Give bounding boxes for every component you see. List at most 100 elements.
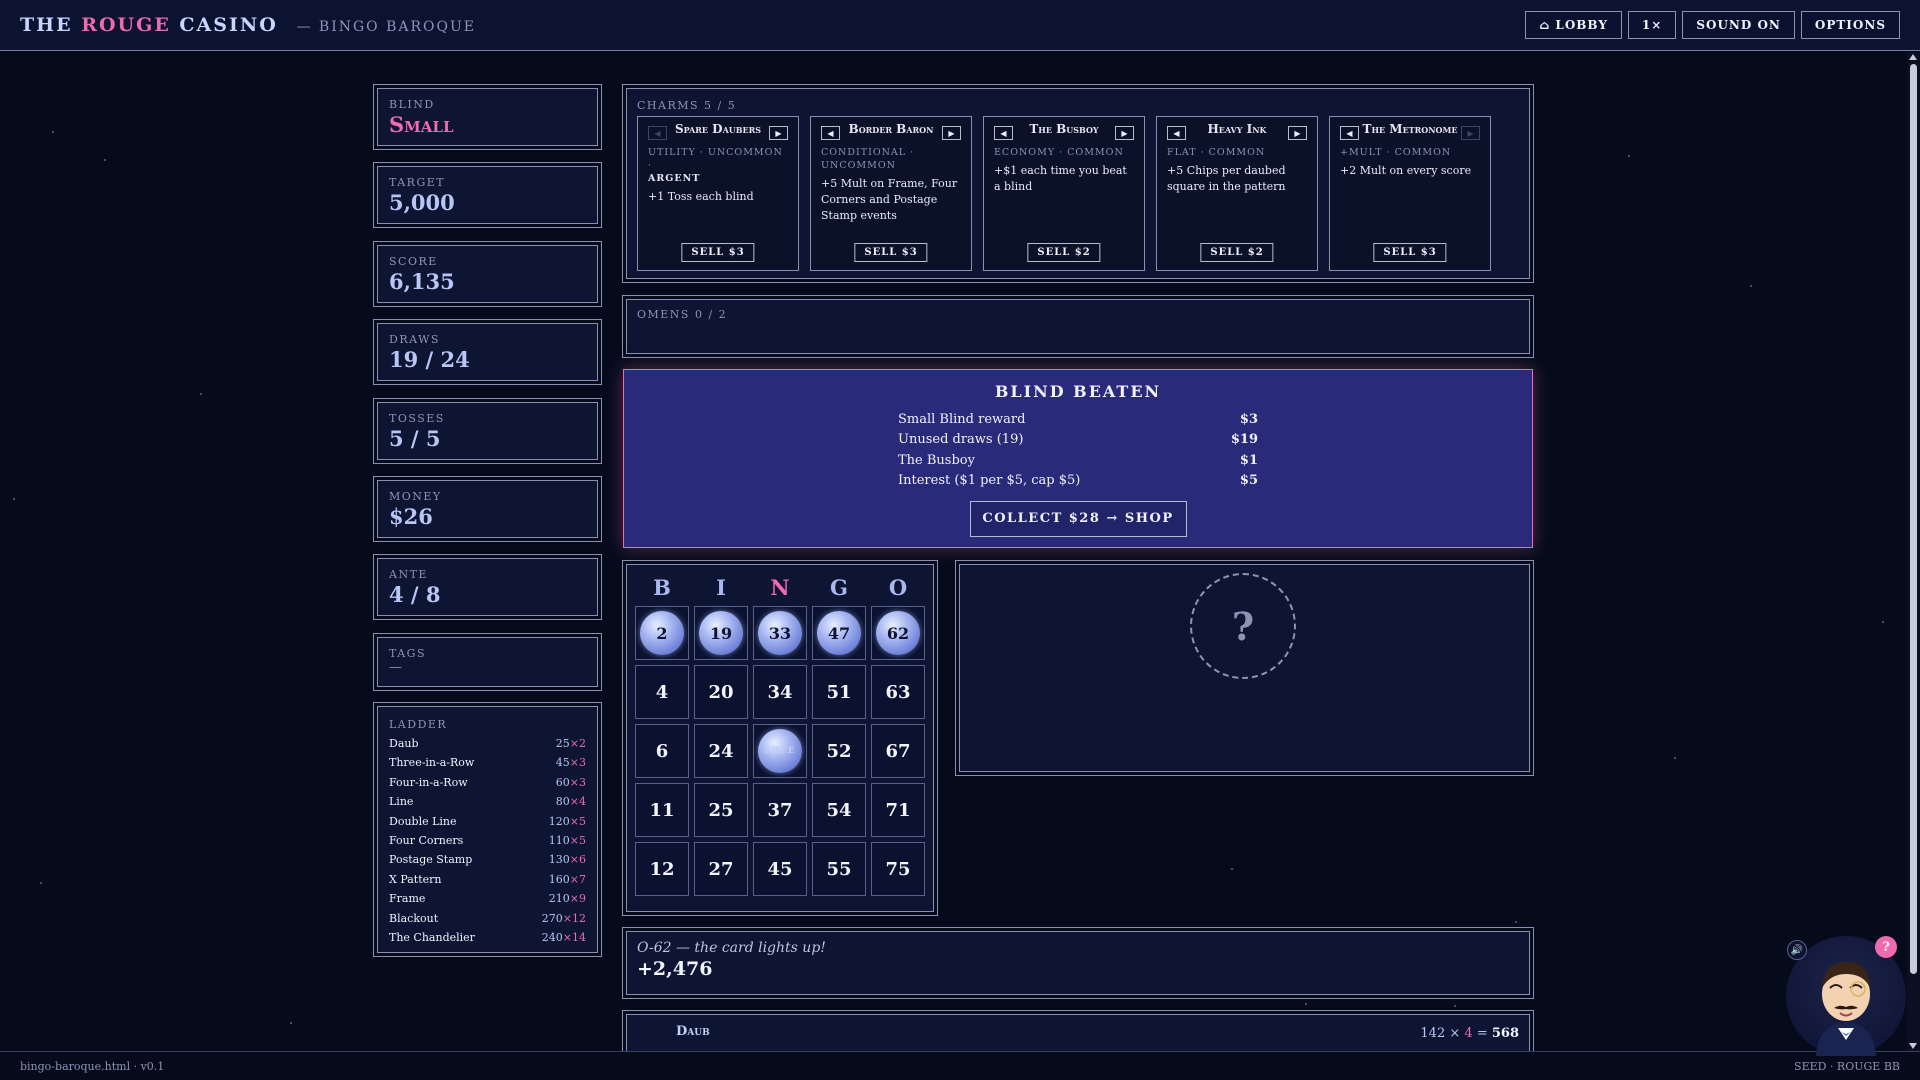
bingo-cell[interactable]: 11 <box>635 783 689 837</box>
draws-panel: Draws 19 / 24 <box>373 319 602 385</box>
event-log-score: +2,476 <box>637 958 713 980</box>
bingo-cell[interactable]: 51 <box>812 665 866 719</box>
sell-charm-button[interactable]: SELL $3 <box>1373 243 1447 262</box>
bingo-cell[interactable]: 34 <box>753 665 807 719</box>
page-scrollbar[interactable] <box>1907 52 1920 1051</box>
cell-number: 75 <box>885 858 911 880</box>
sound-toggle-button[interactable]: SOUND ON <box>1682 11 1795 39</box>
move-right-icon[interactable]: ▶ <box>942 126 961 140</box>
tags-panel: Tags — <box>373 633 602 691</box>
move-left-icon[interactable]: ◀ <box>1167 126 1186 140</box>
scrollbar-thumb[interactable] <box>1910 64 1917 974</box>
options-button[interactable]: OPTIONS <box>1800 11 1900 39</box>
collect-button[interactable]: COLLECT $28 → SHOP <box>969 500 1187 537</box>
reward-label: The Busboy <box>898 452 975 468</box>
bingo-cell[interactable]: 37 <box>753 783 807 837</box>
charm-name: Spare Daubers <box>674 122 762 136</box>
ladder-row-chips: 210 <box>548 892 570 906</box>
charm-card[interactable]: ◀ Spare Daubers ▶ Utility · Uncommon · ARGEN… <box>637 116 799 271</box>
ladder-row-mult: ×12 <box>562 911 586 925</box>
ladder-row-name: Line <box>389 795 414 809</box>
reward-amount: $19 <box>1230 432 1258 448</box>
move-left-icon[interactable]: ◀ <box>1340 126 1359 140</box>
bingo-cell[interactable]: 52 <box>812 724 866 778</box>
sell-charm-button[interactable]: SELL $2 <box>1200 243 1274 262</box>
ante-label: Ante <box>389 568 428 581</box>
charm-card[interactable]: ◀ The Metronome ▶ +Mult · Common +2 Mult on … <box>1329 116 1491 271</box>
bingo-cell[interactable]: 2 <box>635 606 689 660</box>
blind-value: Small <box>389 112 454 137</box>
daub-row-calc: 142 × 4 = 568 <box>1420 1026 1519 1041</box>
move-left-icon[interactable]: ◀ <box>821 126 840 140</box>
ladder-row-chips: 130 <box>548 853 570 867</box>
reward-row: Unused draws (19) $19 <box>898 430 1258 450</box>
bingo-cell[interactable]: 24 <box>694 724 748 778</box>
sell-charm-button[interactable]: SELL $3 <box>854 243 928 262</box>
bingo-cell[interactable]: 25 <box>694 783 748 837</box>
bingo-cell[interactable]: 62 <box>871 606 925 660</box>
cell-number: 20 <box>708 681 734 703</box>
bingo-cell[interactable]: 19 <box>694 606 748 660</box>
bingo-cell[interactable]: 67 <box>871 724 925 778</box>
bingo-cell[interactable]: 63 <box>871 665 925 719</box>
bingo-grid: 2 19 33 47 62 4 20 34 51 63 6 24 FREE 52 67 11 25 37 54 71 1… <box>635 606 925 896</box>
cell-number: 24 <box>708 740 734 762</box>
bingo-cell[interactable]: 27 <box>694 842 748 896</box>
cell-number: 11 <box>649 799 675 821</box>
cell-number: 4 <box>655 681 669 703</box>
ladder-row-name: Frame <box>389 892 426 906</box>
ladder-label: Ladder <box>389 718 448 731</box>
bingo-cell[interactable]: 47 <box>812 606 866 660</box>
ladder-row: Frame 210×9 <box>389 889 586 908</box>
charm-name: Border Baron <box>848 122 934 136</box>
bingo-cell[interactable]: 71 <box>871 783 925 837</box>
help-badge-icon[interactable]: ? <box>1875 936 1897 958</box>
ladder-row-chips: 160 <box>548 872 570 886</box>
charm-card[interactable]: ◀ Heavy Ink ▶ Flat · Common +5 Chips per dau… <box>1156 116 1318 271</box>
ladder-row: Four Corners 110×5 <box>389 831 586 850</box>
score-label: Score <box>389 255 438 268</box>
move-right-icon[interactable]: ▶ <box>769 126 788 140</box>
reward-row: Small Blind reward $3 <box>898 410 1258 430</box>
bingo-cell[interactable]: 54 <box>812 783 866 837</box>
mystery-ball[interactable]: ? <box>1190 573 1296 679</box>
bingo-cell[interactable]: 20 <box>694 665 748 719</box>
bingo-cell[interactable]: 4 <box>635 665 689 719</box>
scroll-up-arrow-icon[interactable] <box>1909 54 1917 60</box>
reward-label: Interest ($1 per $5, cap $5) <box>898 473 1081 489</box>
app-subtitle: — BINGO BAROQUE <box>296 19 476 35</box>
money-label: Money <box>389 490 442 503</box>
scroll-down-arrow-icon[interactable] <box>1909 1043 1917 1049</box>
volume-icon[interactable]: 🔊 <box>1787 940 1807 960</box>
charm-meta: Economy · Common <box>994 146 1134 159</box>
move-right-icon[interactable]: ▶ <box>1288 126 1307 140</box>
bingo-cell[interactable]: 45 <box>753 842 807 896</box>
speed-button[interactable]: 1× <box>1627 11 1677 39</box>
bingo-cell[interactable]: FREE <box>753 724 807 778</box>
bingo-cell[interactable]: 55 <box>812 842 866 896</box>
score-value: 6,135 <box>389 269 455 294</box>
sell-charm-button[interactable]: SELL $3 <box>681 243 755 262</box>
bingo-cell[interactable]: 12 <box>635 842 689 896</box>
ladder-row-name: Daub <box>389 737 419 750</box>
bingo-cell[interactable]: 6 <box>635 724 689 778</box>
ladder-row: Three-in-a-Row 45×3 <box>389 753 586 772</box>
ladder-row-name: Blackout <box>389 911 439 925</box>
daub-row-chips: 142 <box>1420 1026 1446 1041</box>
bingo-cell[interactable]: 33 <box>753 606 807 660</box>
ladder-row-value: 60×3 <box>556 773 586 792</box>
sell-charm-button[interactable]: SELL $2 <box>1027 243 1101 262</box>
charm-name: Heavy Ink <box>1207 122 1267 136</box>
move-left-icon[interactable]: ◀ <box>994 126 1013 140</box>
ladder-row-value: 210×9 <box>549 889 586 908</box>
reward-amount: $1 <box>1239 452 1258 468</box>
charm-card[interactable]: ◀ Border Baron ▶ Conditional · Uncommon +5 M… <box>810 116 972 271</box>
lobby-button[interactable]: ⌂ LOBBY <box>1525 11 1622 39</box>
draws-value: 19 / 24 <box>389 347 470 372</box>
charm-card[interactable]: ◀ The Busboy ▶ Economy · Common +$1 each tim… <box>983 116 1145 271</box>
ladder-list: Daub 25×2 Three-in-a-Row 45×3 Four-in-a-Row 6… <box>389 734 586 947</box>
charm-meta: Conditional · Uncommon <box>821 146 961 172</box>
move-right-icon[interactable]: ▶ <box>1115 126 1134 140</box>
free-space-ball: FREE <box>758 729 802 773</box>
bingo-cell[interactable]: 75 <box>871 842 925 896</box>
